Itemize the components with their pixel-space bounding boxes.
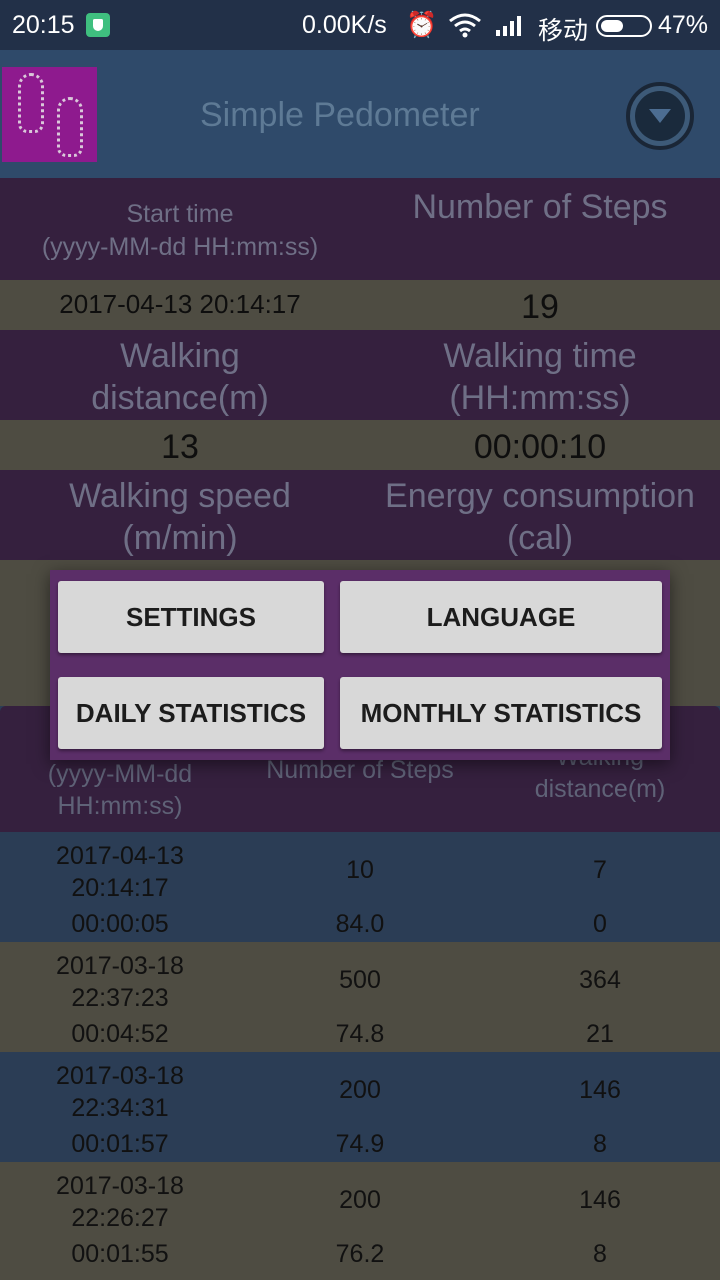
settings-button[interactable]: SETTINGS bbox=[58, 581, 324, 653]
walking-time-label: Walking time bbox=[443, 337, 637, 375]
table-row[interactable]: 2017-03-18 22:37:23 00:04:52 500 74.8 36… bbox=[0, 942, 720, 1052]
row-date: 2017-03-18 bbox=[56, 1062, 184, 1090]
row-time: 22:34:31 bbox=[71, 1094, 169, 1122]
alarm-icon: ⏰ bbox=[406, 11, 438, 39]
walking-time-value: 00:00:10 bbox=[473, 428, 607, 466]
row-energy: 8 bbox=[593, 1130, 607, 1158]
row-duration: 00:04:52 bbox=[71, 1020, 169, 1048]
options-menu-popup: SETTINGS LANGUAGE DAILY STATISTICS MONTH… bbox=[50, 570, 670, 760]
row-date: 2017-03-18 bbox=[56, 1172, 184, 1200]
network-speed: 0.00K/s bbox=[302, 11, 387, 39]
row-energy: 21 bbox=[586, 1020, 614, 1048]
start-time-value: 2017-04-13 20:14:17 bbox=[59, 289, 301, 319]
steps-value: 19 bbox=[521, 288, 559, 326]
row-distance: 7 bbox=[593, 856, 607, 884]
row-time: 20:14:17 bbox=[71, 874, 169, 902]
row-distance: 146 bbox=[579, 1186, 621, 1214]
row-distance: 146 bbox=[579, 1076, 621, 1104]
row-duration: 00:01:57 bbox=[71, 1130, 169, 1158]
col-steps-header: Number of Steps bbox=[266, 756, 454, 784]
row-speed: 76.2 bbox=[335, 1240, 385, 1268]
steps-label: Number of Steps bbox=[412, 188, 668, 226]
row-steps: 500 bbox=[339, 966, 381, 994]
distance-unit: distance(m) bbox=[91, 379, 269, 417]
row-duration: 00:01:55 bbox=[71, 1240, 169, 1268]
signal-icon bbox=[496, 16, 521, 36]
summary-value-row-2: 13 00:00:10 bbox=[0, 420, 720, 470]
distance-value: 13 bbox=[161, 428, 199, 466]
row-time: 22:37:23 bbox=[71, 984, 169, 1012]
col-date-format-1: (yyyy-MM-dd bbox=[47, 760, 193, 788]
speed-label: Walking speed bbox=[69, 477, 291, 515]
row-steps: 10 bbox=[346, 856, 374, 884]
col-date-format-2: HH:mm:ss) bbox=[57, 792, 183, 820]
row-speed: 74.9 bbox=[335, 1130, 385, 1158]
table-row[interactable]: 2017-03-18 22:26:27 00:01:55 200 76.2 14… bbox=[0, 1162, 720, 1280]
status-bar: 20:15 0.00K/s ⏰ 移动 47% bbox=[0, 0, 720, 50]
carrier-name: 移动 bbox=[538, 17, 589, 45]
status-time: 20:15 bbox=[12, 11, 75, 39]
wifi-icon bbox=[449, 13, 481, 38]
row-speed: 84.0 bbox=[335, 910, 385, 938]
chevron-down-icon bbox=[649, 109, 671, 123]
row-date: 2017-04-13 bbox=[56, 842, 184, 870]
energy-label: Energy consumption bbox=[385, 477, 695, 515]
monthly-statistics-button[interactable]: MONTHLY STATISTICS bbox=[340, 677, 662, 749]
dropdown-menu-button[interactable] bbox=[626, 82, 694, 150]
row-date: 2017-03-18 bbox=[56, 952, 184, 980]
start-time-label: Start time bbox=[126, 200, 234, 228]
start-time-format: (yyyy-MM-dd HH:mm:ss) bbox=[41, 233, 319, 261]
battery-percent: 47% bbox=[658, 11, 709, 39]
speed-unit: (m/min) bbox=[122, 519, 238, 557]
row-energy: 8 bbox=[593, 1240, 607, 1268]
walking-time-format: (HH:mm:ss) bbox=[449, 379, 631, 417]
summary-header-row-3: Walking speed (m/min) Energy consumption… bbox=[0, 470, 720, 560]
row-energy: 0 bbox=[593, 910, 607, 938]
row-steps: 200 bbox=[339, 1186, 381, 1214]
col-distance-header-2: distance(m) bbox=[534, 775, 666, 803]
row-steps: 200 bbox=[339, 1076, 381, 1104]
app-title: Simple Pedometer bbox=[200, 96, 480, 134]
security-shield-icon bbox=[86, 13, 110, 37]
summary-value-row: 2017-04-13 20:14:17 19 bbox=[0, 280, 720, 330]
distance-label: Walking bbox=[120, 337, 240, 375]
language-button[interactable]: LANGUAGE bbox=[340, 581, 662, 653]
app-logo-footprints-icon bbox=[2, 67, 97, 162]
row-speed: 74.8 bbox=[335, 1020, 385, 1048]
row-duration: 00:00:05 bbox=[71, 910, 169, 938]
summary-header-row: Start time (yyyy-MM-dd HH:mm:ss) Number … bbox=[0, 178, 720, 280]
table-row[interactable]: 2017-03-18 22:34:31 00:01:57 200 74.9 14… bbox=[0, 1052, 720, 1162]
row-distance: 364 bbox=[579, 966, 621, 994]
table-row[interactable]: 2017-04-13 20:14:17 00:00:05 10 84.0 7 0 bbox=[0, 832, 720, 942]
daily-statistics-button[interactable]: DAILY STATISTICS bbox=[58, 677, 324, 749]
battery-icon bbox=[596, 15, 652, 37]
row-time: 22:26:27 bbox=[71, 1204, 169, 1232]
energy-unit: (cal) bbox=[506, 519, 574, 557]
summary-header-row-2: Walking distance(m) Walking time (HH:mm:… bbox=[0, 330, 720, 420]
